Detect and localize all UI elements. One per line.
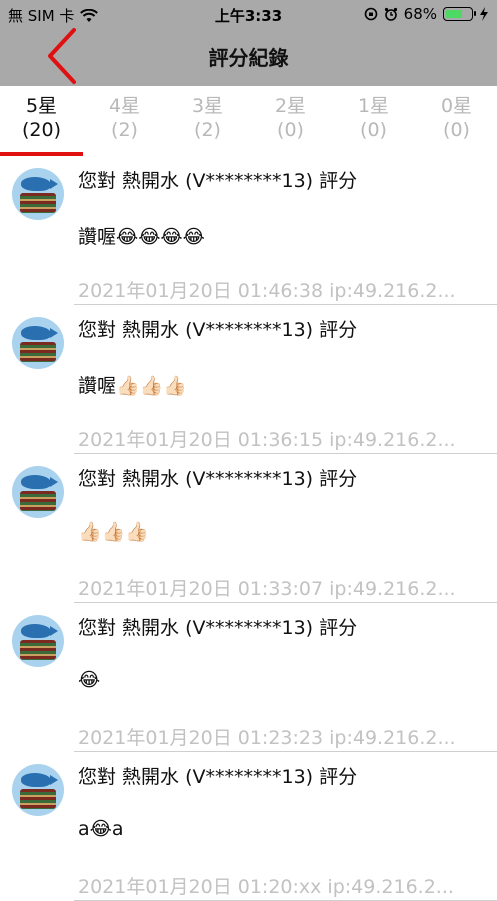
- review-meta: 2021年01月20日 01:23:23 ip:49.216.2...: [78, 727, 456, 749]
- review-content: 讚喔😂😂😂😂: [78, 226, 205, 248]
- tab-label: 2星: [274, 95, 307, 117]
- review-list: 您對 熱開水 (V********13) 評分 讚喔😂😂😂😂 2021年01月20日…: [0, 156, 497, 901]
- tab-count: (20): [21, 119, 61, 141]
- tab-count: (0): [277, 119, 304, 141]
- battery-icon: [443, 7, 476, 21]
- review-title: 您對 熱開水 (V********13) 評分: [78, 468, 358, 490]
- avatar: [12, 615, 64, 667]
- review-item[interactable]: 您對 熱開水 (V********13) 評分 😂 2021年01月20日 01:2…: [0, 603, 497, 752]
- review-meta: 2021年01月20日 01:46:38 ip:49.216.2...: [78, 280, 456, 302]
- review-title: 您對 熱開水 (V********13) 評分: [78, 170, 358, 192]
- review-title: 您對 熱開水 (V********13) 評分: [78, 319, 358, 341]
- review-title: 您對 熱開水 (V********13) 評分: [78, 766, 358, 788]
- review-content: 讚喔👍🏻👍🏻👍🏻: [78, 375, 187, 397]
- tab-count: (0): [360, 119, 387, 141]
- tab-label: 4星: [108, 95, 141, 117]
- tab-2-star[interactable]: 3星 (2): [166, 94, 249, 142]
- tab-label: 3星: [191, 95, 224, 117]
- tab-label: 1星: [357, 95, 390, 117]
- avatar: [12, 764, 64, 816]
- orientation-lock-icon: [364, 7, 377, 21]
- tab-count: (2): [194, 119, 221, 141]
- tab-count: (2): [111, 119, 138, 141]
- review-item[interactable]: 您對 熱開水 (V********13) 評分 讚喔😂😂😂😂 2021年01月20日…: [0, 156, 497, 305]
- avatar: [12, 317, 64, 369]
- top-bar: 無 SIM 卡 上午3:33 68% 評分紀錄: [0, 0, 497, 86]
- tab-label: 0星: [440, 95, 473, 117]
- page-title: 評分紀錄: [208, 46, 289, 70]
- review-content: 😂: [78, 669, 101, 691]
- tab-count: (0): [443, 119, 470, 141]
- review-item[interactable]: 您對 熱開水 (V********13) 評分 讚喔👍🏻👍🏻👍🏻 2021年01月2…: [0, 305, 497, 454]
- tab-label: 5星: [25, 95, 58, 117]
- review-content: a😂a: [78, 818, 124, 840]
- avatar: [12, 168, 64, 220]
- review-item[interactable]: 您對 熱開水 (V********13) 評分 👍🏻👍🏻👍🏻 2021年01月20日…: [0, 454, 497, 603]
- review-item[interactable]: 您對 熱開水 (V********13) 評分 a😂a 2021年01月20日 01…: [0, 752, 497, 901]
- battery-percent: 68%: [403, 5, 437, 23]
- review-meta: 2021年01月20日 01:36:15 ip:49.216.2...: [78, 429, 456, 451]
- tab-0-star[interactable]: 5星 (20): [0, 94, 83, 142]
- review-meta: 2021年01月20日 01:20:xx ip:49.216.2...: [78, 876, 454, 898]
- tab-4-star[interactable]: 1星 (0): [332, 94, 415, 142]
- avatar: [12, 466, 64, 518]
- review-content: 👍🏻👍🏻👍🏻: [78, 521, 149, 543]
- rating-tabs: 5星 (20) 4星 (2) 3星 (2) 2星 (0) 1星 (0) 0星 (0): [0, 86, 497, 156]
- alarm-icon: [384, 7, 397, 21]
- status-bar: 無 SIM 卡 上午3:33 68%: [0, 0, 497, 28]
- charging-icon: [480, 7, 488, 21]
- tab-3-star[interactable]: 2星 (0): [249, 94, 332, 142]
- review-title: 您對 熱開水 (V********13) 評分: [78, 617, 358, 639]
- review-meta: 2021年01月20日 01:33:07 ip:49.216.2...: [78, 578, 456, 600]
- tab-1-star[interactable]: 4星 (2): [83, 94, 166, 142]
- tab-5-star[interactable]: 0星 (0): [415, 94, 497, 142]
